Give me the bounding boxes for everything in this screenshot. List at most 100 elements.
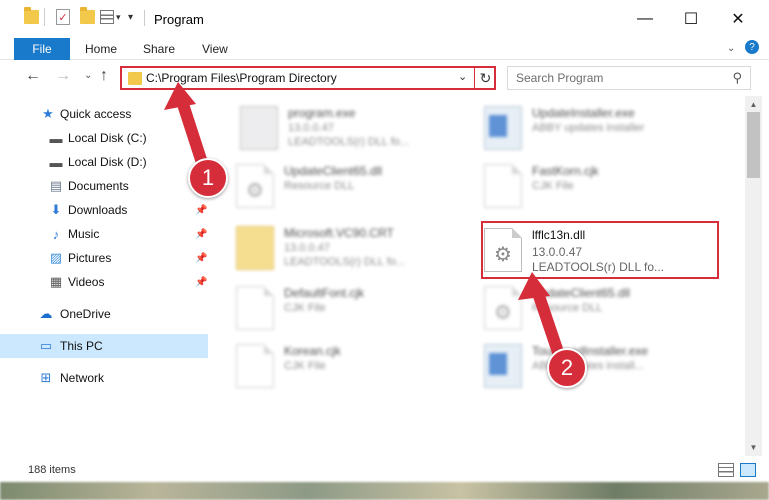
list-item[interactable]: UpdateInstaller.exe ABBY updates install…: [484, 102, 714, 154]
list-item[interactable]: Korean.cjk CJK File: [236, 340, 466, 392]
file-detail: CJK File: [284, 302, 326, 314]
address-bar[interactable]: C:\Program Files\Program Directory ⌄ ↻: [120, 66, 496, 90]
search-box[interactable]: Search Program ⚲: [507, 66, 751, 90]
file-detail: CJK File: [284, 360, 326, 372]
maximize-button[interactable]: ☐: [668, 0, 714, 38]
minimize-button[interactable]: —: [622, 0, 668, 38]
download-icon: ⬇: [50, 202, 62, 217]
view-options-icon[interactable]: [100, 10, 114, 24]
file-detail: Resource DLL: [532, 302, 603, 314]
drive-icon: ▬: [49, 130, 63, 146]
sidebar-item-label: OneDrive: [60, 307, 111, 321]
sidebar-item-label: Documents: [68, 179, 129, 193]
file-detail: CJK File: [532, 180, 574, 192]
file-name: program.exe: [288, 106, 356, 120]
star-icon: ★: [42, 106, 54, 121]
search-input[interactable]: Search Program: [516, 71, 603, 85]
sidebar-item-pictures[interactable]: ▨ Pictures 📌: [0, 246, 208, 270]
sidebar-item-this-pc[interactable]: ▭ This PC: [0, 334, 208, 358]
forward-button[interactable]: →: [55, 67, 71, 85]
sidebar-item-label: Pictures: [68, 251, 112, 265]
gear-icon: ⚙: [246, 179, 264, 202]
tab-share[interactable]: Share: [143, 42, 175, 56]
file-detail: 13.0.0.47: [284, 242, 330, 254]
sidebar-item-network[interactable]: ⊞ Network: [0, 366, 208, 390]
file-detail: 13.0.0.47: [288, 122, 334, 134]
scroll-down-icon[interactable]: ▼: [745, 439, 762, 456]
desktop-background: [0, 482, 769, 500]
file-name: UpdateClient65.dll: [532, 286, 631, 300]
customize-toolbar-icon[interactable]: ▾: [128, 12, 133, 23]
step-1-badge: 1: [188, 158, 228, 198]
pin-icon: 📌: [195, 276, 208, 288]
file-name: FastKorn.cjk: [532, 164, 599, 178]
sidebar-item-documents[interactable]: ▤ Documents: [0, 174, 208, 198]
item-count: 188 items: [28, 464, 76, 476]
new-folder-icon[interactable]: [80, 7, 95, 24]
drive-icon: ▬: [49, 154, 63, 170]
sidebar-item-downloads[interactable]: ⬇ Downloads 📌: [0, 198, 208, 222]
installer-icon: [484, 344, 522, 388]
scroll-thumb[interactable]: [747, 112, 760, 178]
details-view-icon[interactable]: [718, 463, 734, 477]
expand-ribbon-icon[interactable]: ⌄: [727, 43, 735, 54]
large-icons-view-icon[interactable]: [740, 463, 756, 477]
dll-file-icon: ⚙: [484, 286, 522, 330]
highlight-box: [481, 221, 719, 279]
sidebar-item-videos[interactable]: ▦ Videos 📌: [0, 270, 208, 294]
file-name: Microsoft.VC90.CRT: [284, 226, 394, 240]
title-separator-2: [144, 10, 145, 26]
sidebar-item-quick-access[interactable]: ★ Quick access: [0, 102, 208, 126]
tab-view[interactable]: View: [202, 42, 228, 56]
cloud-icon: ☁: [39, 306, 53, 321]
list-item[interactable]: program.exe 13.0.0.47 LEADTOOLS(r) DLL f…: [240, 102, 470, 154]
file-detail: ABBY updates installer: [532, 122, 645, 134]
sidebar-item-label: Local Disk (D:): [68, 155, 147, 169]
sidebar-item-onedrive[interactable]: ☁ OneDrive: [0, 302, 208, 326]
address-dropdown-button[interactable]: ⌄: [458, 70, 467, 83]
search-icon: ⚲: [732, 70, 742, 85]
properties-icon[interactable]: ✓: [56, 9, 70, 25]
list-item[interactable]: TouchpadInstaller.exe ABBY updates insta…: [484, 340, 714, 392]
sidebar-item-label: Videos: [68, 275, 105, 289]
list-item[interactable]: DefaultFont.cjk CJK File: [236, 282, 466, 334]
list-item[interactable]: ⚙ UpdateClient65.dll Resource DLL: [236, 160, 466, 212]
pictures-icon: ▨: [49, 250, 63, 265]
sidebar-item-local-disk-d[interactable]: ▬ Local Disk (D:): [0, 150, 208, 174]
file-icon: [236, 286, 274, 330]
chevron-down-icon[interactable]: ▾: [116, 12, 121, 23]
scroll-up-icon[interactable]: ▲: [745, 96, 762, 113]
gear-icon: ⚙: [494, 301, 512, 324]
address-path[interactable]: C:\Program Files\Program Directory: [146, 71, 337, 85]
pin-icon: 📌: [195, 252, 208, 264]
installer-icon: [484, 106, 522, 150]
step-2-badge: 2: [547, 348, 587, 388]
file-detail: LEADTOOLS(r) DLL fo...: [288, 136, 410, 148]
file-tab[interactable]: File: [14, 38, 70, 60]
videos-icon: ▦: [49, 274, 63, 289]
close-button[interactable]: ✕: [715, 0, 761, 38]
file-icon: [484, 164, 522, 208]
back-button[interactable]: ←: [25, 67, 41, 85]
music-icon: ♪: [52, 226, 60, 242]
file-icon: [236, 344, 274, 388]
file-name: UpdateClient65.dll: [284, 164, 383, 178]
status-bar: [0, 456, 769, 482]
vertical-scrollbar[interactable]: ▲ ▼: [745, 96, 762, 456]
list-item[interactable]: FastKorn.cjk CJK File: [484, 160, 714, 212]
up-button[interactable]: ↑: [100, 67, 108, 85]
sidebar-item-label: Local Disk (C:): [68, 131, 147, 145]
sidebar-item-music[interactable]: ♪ Music 📌: [0, 222, 208, 246]
list-item[interactable]: Microsoft.VC90.CRT 13.0.0.47 LEADTOOLS(r…: [236, 222, 466, 274]
sidebar-item-label: Music: [68, 227, 100, 241]
list-item[interactable]: ⚙ UpdateClient65.dll Resource DLL: [484, 282, 714, 334]
file-detail: Resource DLL: [284, 180, 355, 192]
help-icon[interactable]: ?: [745, 40, 759, 54]
sidebar-item-local-disk-c[interactable]: ▬ Local Disk (C:): [0, 126, 208, 150]
folder-icon: [24, 7, 39, 24]
recent-locations-button[interactable]: ⌄: [84, 70, 92, 81]
refresh-button[interactable]: ↻: [474, 66, 496, 90]
pin-icon: 📌: [195, 204, 208, 216]
tab-home[interactable]: Home: [85, 42, 117, 56]
network-icon: ⊞: [40, 370, 52, 385]
